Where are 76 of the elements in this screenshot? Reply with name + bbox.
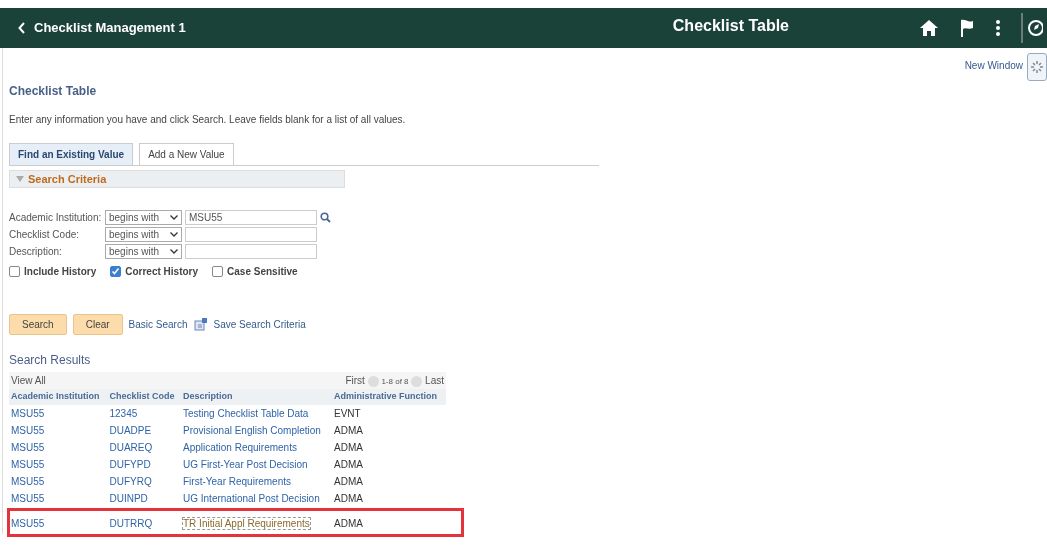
result-link[interactable]: UG International Post Decision [183, 492, 320, 504]
result-link[interactable]: DUAREQ [109, 441, 153, 453]
result-link[interactable]: DUADPE [109, 424, 152, 436]
link[interactable]: Save Search Criteria [213, 317, 306, 332]
checkbox-label: Include History [24, 265, 97, 279]
column-header: Administrative Function [332, 389, 446, 405]
result-link[interactable]: TR Initial Appl Requirements [183, 518, 310, 529]
tab[interactable]: Add a New Value [139, 143, 234, 165]
checkbox[interactable] [110, 266, 122, 277]
table-cell: ADMA [334, 441, 363, 453]
result-link[interactable]: MSU55 [11, 492, 45, 504]
search-criteria-header[interactable]: Search Criteria [9, 170, 345, 188]
result-link[interactable]: MSU55 [11, 424, 45, 436]
page-title: Checklist Table [9, 83, 98, 100]
table-cell: ADMA [334, 492, 363, 504]
result-link[interactable]: Application Requirements [183, 441, 297, 453]
back-chevron-icon [18, 22, 26, 34]
checkbox-label: Case Sensitive [227, 265, 298, 279]
operator-dropdown[interactable]: begins with [105, 210, 182, 225]
more-icon[interactable] [995, 19, 1001, 37]
table-cell: ADMA [334, 424, 363, 436]
checkbox[interactable] [212, 266, 224, 277]
last-label: Last [425, 375, 444, 386]
column-header: Academic Institution [9, 389, 108, 405]
table-cell: ADMA [334, 475, 363, 487]
loading-button[interactable] [1027, 53, 1047, 81]
table-cell: ADMA [334, 518, 363, 529]
home-icon[interactable] [919, 19, 939, 37]
column-header: Checklist Code [107, 389, 181, 405]
column-header: Description [181, 389, 333, 405]
result-link[interactable]: MSU55 [11, 475, 45, 487]
result-link[interactable]: DUTRRQ [109, 518, 153, 529]
field-label: Academic Institution: [9, 211, 102, 225]
caret-icon [170, 232, 178, 237]
save-criteria-icon[interactable] [193, 318, 208, 331]
first-label: First [345, 375, 365, 386]
field-label: Description: [9, 245, 63, 259]
action-button[interactable]: Search [9, 314, 67, 335]
new-window-link[interactable]: New Window [964, 58, 1023, 73]
result-link[interactable]: Testing Checklist Table Data [183, 407, 309, 419]
result-link[interactable]: MSU55 [11, 407, 45, 419]
spinner-icon [1031, 61, 1043, 73]
text-field[interactable]: MSU55 [185, 210, 317, 225]
result-link[interactable]: First-Year Requirements [183, 475, 291, 487]
flag-icon[interactable] [959, 19, 975, 37]
caret-icon [170, 215, 178, 220]
caret-icon [170, 249, 178, 254]
search-icon[interactable] [320, 212, 331, 223]
checkbox-label: Correct History [125, 265, 199, 279]
range-text: 1-8 of 8 [381, 377, 409, 386]
text-field[interactable] [185, 227, 317, 242]
result-link[interactable]: UG First-Year Post Decision [183, 458, 308, 470]
result-link[interactable]: MSU55 [11, 458, 45, 470]
link[interactable]: Basic Search [128, 317, 188, 332]
back-link[interactable]: Checklist Management 1 [18, 18, 186, 38]
result-link[interactable]: DUFYRQ [109, 475, 152, 487]
search-results-title: Search Results [9, 352, 92, 369]
result-link[interactable]: MSU55 [11, 518, 45, 529]
instructions-text: Enter any information you have and click Search. Leave fields blank for a list of all values. [9, 113, 407, 127]
header-title: Checklist Table [672, 16, 789, 36]
compass-icon[interactable] [1021, 13, 1043, 43]
table-cell: EVNT [334, 407, 361, 419]
operator-dropdown[interactable]: begins with [105, 244, 182, 259]
checkbox[interactable] [9, 266, 20, 277]
result-link[interactable]: Provisional English Completion [183, 424, 321, 436]
action-button[interactable]: Clear [72, 314, 123, 335]
result-link[interactable]: DUFYPD [109, 458, 151, 470]
view-all-link[interactable]: View All [9, 372, 181, 389]
tab[interactable]: Find an Existing Value [9, 143, 134, 165]
table-cell: ADMA [334, 458, 363, 470]
result-link[interactable]: MSU55 [11, 441, 45, 453]
result-link[interactable]: DUINPD [109, 492, 148, 504]
result-link[interactable]: 12345 [109, 407, 138, 419]
operator-dropdown[interactable]: begins with [105, 227, 182, 242]
field-label: Checklist Code: [9, 228, 81, 242]
text-field[interactable] [185, 244, 317, 259]
